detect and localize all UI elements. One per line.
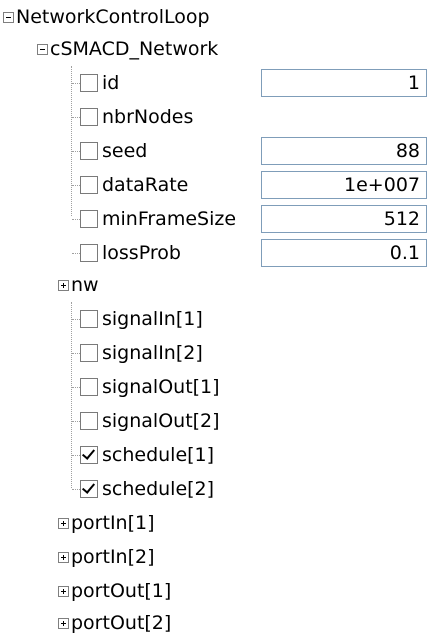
param-checkbox[interactable]: [80, 176, 98, 194]
collapse-icon[interactable]: [3, 11, 14, 23]
signal-label: signalOut[2]: [102, 409, 220, 432]
param-row-datarate[interactable]: dataRate: [80, 168, 188, 202]
tree-connector: [71, 66, 73, 216]
tree-connector: [72, 489, 80, 491]
tree-connector: [71, 302, 73, 488]
tree-node-port[interactable]: portOut[2]: [58, 606, 171, 640]
collapse-icon[interactable]: [37, 43, 48, 55]
tree-connector: [72, 83, 80, 85]
param-checkbox[interactable]: [80, 244, 98, 262]
param-checkbox[interactable]: [80, 74, 98, 92]
signal-label: signalOut[1]: [102, 375, 220, 398]
signal-label: schedule[1]: [102, 443, 215, 466]
signal-checkbox[interactable]: [80, 344, 98, 362]
signal-row[interactable]: signalOut[1]: [80, 370, 220, 404]
tree-node-label: portOut[1]: [71, 579, 172, 602]
tree-node-port[interactable]: portIn[1]: [58, 506, 155, 540]
tree-node-network[interactable]: cSMACD_Network: [37, 32, 218, 66]
param-value-field[interactable]: 0.1: [261, 239, 427, 267]
param-value-field[interactable]: 512: [261, 205, 427, 233]
tree-connector: [72, 219, 80, 221]
param-value-field[interactable]: 1: [261, 69, 427, 97]
tree-node-label: cSMACD_Network: [50, 37, 219, 60]
signal-label: signalIn[2]: [102, 341, 203, 364]
tree-node-label: nw: [71, 273, 99, 296]
tree-node-nw[interactable]: nw: [58, 268, 99, 302]
param-label: lossProb: [102, 241, 181, 264]
signal-checkbox[interactable]: [80, 378, 98, 396]
tree-node-port[interactable]: portOut[1]: [58, 574, 171, 608]
param-label: dataRate: [102, 173, 189, 196]
tree-node-root[interactable]: NetworkControlLoop: [3, 0, 210, 34]
tree-node-label: portIn[2]: [71, 545, 155, 568]
param-label: id: [102, 71, 120, 94]
signal-row[interactable]: schedule[1]: [80, 438, 214, 472]
param-checkbox[interactable]: [80, 108, 98, 126]
signal-row[interactable]: signalOut[2]: [80, 404, 220, 438]
expand-icon[interactable]: [58, 617, 69, 629]
param-row-minframesize[interactable]: minFrameSize: [80, 202, 236, 236]
param-checkbox[interactable]: [80, 210, 98, 228]
signal-row[interactable]: schedule[2]: [80, 472, 214, 506]
tree-node-label: portIn[1]: [71, 511, 155, 534]
param-row-lossprob[interactable]: lossProb: [80, 236, 181, 270]
param-label: nbrNodes: [102, 105, 194, 128]
tree-node-label: portOut[2]: [71, 611, 172, 634]
expand-icon[interactable]: [58, 279, 69, 291]
param-row-seed[interactable]: seed: [80, 134, 147, 168]
tree-connector: [72, 353, 80, 355]
signal-row[interactable]: signalIn[1]: [80, 302, 203, 336]
signal-checkbox[interactable]: [80, 412, 98, 430]
param-label: seed: [102, 139, 148, 162]
expand-icon[interactable]: [58, 551, 69, 563]
param-checkbox[interactable]: [80, 142, 98, 160]
tree-connector: [72, 387, 80, 389]
tree-node-label: NetworkControlLoop: [16, 5, 210, 28]
param-value-field[interactable]: 1e+007: [261, 171, 427, 199]
signal-checkbox-checked[interactable]: [80, 480, 98, 498]
expand-icon[interactable]: [58, 517, 69, 529]
tree-connector: [72, 117, 80, 119]
tree-connector: [72, 151, 80, 153]
param-value-field[interactable]: 88: [261, 137, 427, 165]
tree-connector: [72, 185, 80, 187]
signal-row[interactable]: signalIn[2]: [80, 336, 203, 370]
tree-connector: [72, 455, 80, 457]
signal-checkbox[interactable]: [80, 310, 98, 328]
param-row-nbrnodes[interactable]: nbrNodes: [80, 100, 193, 134]
signal-label: schedule[2]: [102, 477, 215, 500]
tree-connector: [72, 253, 80, 255]
signal-checkbox-checked[interactable]: [80, 446, 98, 464]
tree-connector: [72, 421, 80, 423]
signal-label: signalIn[1]: [102, 307, 203, 330]
param-label: minFrameSize: [102, 207, 237, 230]
param-row-id[interactable]: id: [80, 66, 119, 100]
tree-node-port[interactable]: portIn[2]: [58, 540, 155, 574]
tree-connector: [72, 319, 80, 321]
expand-icon[interactable]: [58, 585, 69, 597]
